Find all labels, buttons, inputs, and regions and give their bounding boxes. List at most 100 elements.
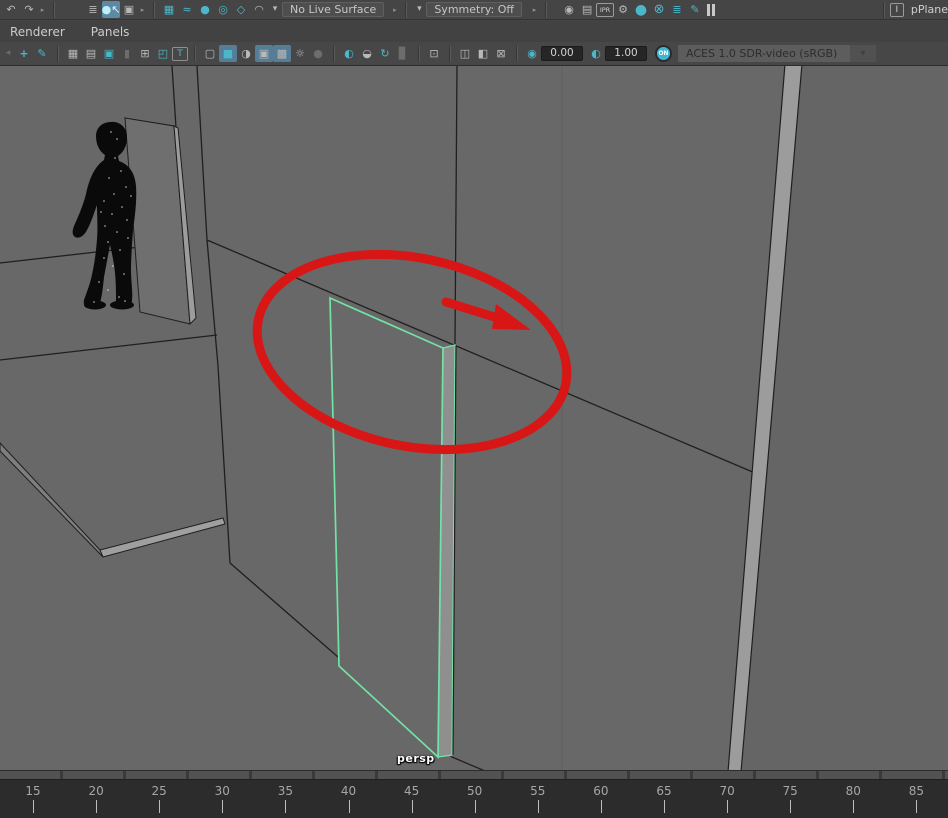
undo-icon[interactable]: ↶ (2, 1, 20, 18)
toolbar-separator (194, 45, 195, 62)
frame-tick (33, 800, 34, 813)
frame-tick (916, 800, 918, 813)
frame-tick (411, 800, 413, 813)
maya-window: ↶ ↷ ▸ ≣ ● ↖ ▣ ▸ ▦ ≈ ● ◎ ◇ ◠ ▾ No Live Sur… (0, 0, 948, 818)
safe-title-button[interactable]: T (172, 46, 188, 61)
frame-tick (790, 800, 792, 813)
frame-label: 40 (340, 784, 357, 798)
select-hierarchy-button[interactable]: ≣ (84, 1, 102, 18)
object-name-field[interactable]: pPlane (911, 3, 948, 16)
safe-action-button[interactable]: ◰ (154, 45, 172, 62)
frame-tick (474, 800, 476, 813)
use-all-lights-button[interactable]: ☼ (291, 45, 309, 62)
frame-label: 45 (403, 784, 420, 798)
frame-tick (537, 800, 539, 813)
toolbar-separator (333, 45, 334, 62)
xray-button[interactable]: ◫ (456, 45, 474, 62)
render-settings-button[interactable]: ⚙ (614, 1, 632, 18)
live-surface-field[interactable]: No Live Surface (282, 2, 385, 17)
make-live-button[interactable]: ◠ (250, 1, 268, 18)
view-transform-dropdown-icon[interactable]: ▾ (850, 45, 876, 62)
pause-icon[interactable] (704, 3, 718, 16)
snap-to-point-button[interactable]: ● (196, 1, 214, 18)
redo-icon[interactable]: ↷ (20, 1, 38, 18)
status-bar: ↶ ↷ ▸ ≣ ● ↖ ▣ ▸ ▦ ≈ ● ◎ ◇ ◠ ▾ No Live Sur… (0, 0, 948, 20)
textured-display-button[interactable]: ▩ (273, 45, 291, 62)
field-chart-button[interactable]: ⊞ (136, 45, 154, 62)
shadows-button[interactable]: ◐ (340, 45, 358, 62)
snap-to-grid-button[interactable]: ▦ (160, 1, 178, 18)
smooth-shade-button[interactable]: ■ (219, 45, 237, 62)
frame-tick (348, 800, 350, 813)
menu-panels[interactable]: Panels (87, 23, 134, 41)
toolbar-separator (53, 1, 54, 18)
frame-tick (222, 800, 224, 813)
snap-to-curve-button[interactable]: ≈ (178, 1, 196, 18)
film-gate-button[interactable]: ▤ (82, 45, 100, 62)
toolbar-separator (405, 1, 407, 18)
symmetry-field[interactable]: Symmetry: Off (426, 2, 523, 17)
frame-label: 55 (530, 784, 546, 798)
show-grid-button[interactable]: ▦ (64, 45, 82, 62)
toolbar-separator (516, 45, 517, 62)
frame-label: 75 (782, 784, 798, 798)
light-editor-button[interactable]: ≣ (668, 1, 686, 18)
paint-effects-button[interactable]: ✎ (686, 1, 704, 18)
xray-joints-button[interactable]: ◧ (474, 45, 492, 62)
use-default-material-button[interactable]: ● (309, 45, 327, 62)
gamma-field[interactable]: 1.00 (605, 46, 647, 61)
pan-zoom-tool-button[interactable]: + (15, 45, 33, 62)
color-management-toggle[interactable]: ON (655, 45, 672, 62)
multisample-aa-button[interactable]: ▊ (394, 45, 412, 62)
frame-label: 65 (656, 784, 672, 798)
snap-to-plane-button[interactable]: ◇ (232, 1, 250, 18)
select-object-button[interactable]: ● ↖ (102, 1, 120, 18)
render-current-frame-button[interactable]: ▤ (578, 1, 596, 18)
wireframe-display-button[interactable]: ▢ (201, 45, 219, 62)
panel-collapse-icon[interactable]: ◂ (1, 45, 15, 62)
timeline: 15 20 25 30 35 40 45 50 55 60 65 70 75 80 85 (0, 770, 948, 818)
resolution-gate-button[interactable]: ▣ (100, 45, 118, 62)
toolbar-separator (545, 1, 547, 18)
motion-blur-button[interactable]: ↻ (376, 45, 394, 62)
view-transform-combo[interactable]: ACES 1.0 SDR-video (sRGB) (678, 45, 850, 62)
select-component-button[interactable]: ▣ (120, 1, 138, 18)
frame-label: 20 (88, 784, 104, 798)
frame-label: 50 (467, 784, 483, 798)
frame-tick (853, 800, 855, 813)
render-sequence-button[interactable]: ● (632, 1, 650, 18)
pencil-tool-button[interactable]: ✎ (33, 45, 51, 62)
gate-mask-button[interactable]: ▮ (118, 45, 136, 62)
exposure-icon[interactable]: ◉ (523, 45, 541, 62)
gamma-icon[interactable]: ◐ (587, 45, 605, 62)
exposure-field[interactable]: 0.00 (541, 46, 583, 61)
ipr-render-button[interactable]: IPR (596, 2, 615, 17)
group-collapser[interactable]: ▸ (138, 6, 147, 14)
viewport[interactable]: persp (0, 66, 948, 770)
toolbar-separator (57, 45, 58, 62)
frame-label: 80 (845, 784, 861, 798)
toolbar-separator (418, 45, 419, 62)
selection-highlight-button[interactable]: ⊡ (425, 45, 443, 62)
ambient-occlusion-button[interactable]: ◒ (358, 45, 376, 62)
frame-label: 25 (151, 784, 167, 798)
cache-strip[interactable] (0, 771, 948, 780)
input-line-icon[interactable]: I (889, 2, 904, 17)
group-collapser[interactable]: ▸ (530, 6, 539, 14)
render-view-button[interactable]: ◉ (560, 1, 578, 18)
group-collapser[interactable]: ▸ (38, 6, 47, 14)
statusbar-right-group: I pPlane (877, 1, 948, 18)
cancel-render-button[interactable]: ⊗ (650, 1, 668, 18)
wireframe-on-shaded-button[interactable]: ▣ (255, 45, 273, 62)
xray-active-button[interactable]: ⊠ (492, 45, 510, 62)
time-slider[interactable]: 15 20 25 30 35 40 45 50 55 60 65 70 75 80 85 (0, 781, 948, 818)
frame-label: 35 (277, 784, 294, 798)
snap-options-dropdown-icon[interactable]: ▾ (268, 1, 282, 18)
bounding-box-display-button[interactable]: ◑ (237, 45, 255, 62)
group-collapser[interactable]: ▸ (390, 6, 399, 14)
menu-renderer[interactable]: Renderer (6, 23, 69, 41)
object-ball-icon: ● (101, 3, 112, 16)
symmetry-dropdown-icon[interactable]: ▾ (412, 1, 426, 18)
frame-tick (664, 800, 665, 813)
snap-to-projected-center-button[interactable]: ◎ (214, 1, 232, 18)
